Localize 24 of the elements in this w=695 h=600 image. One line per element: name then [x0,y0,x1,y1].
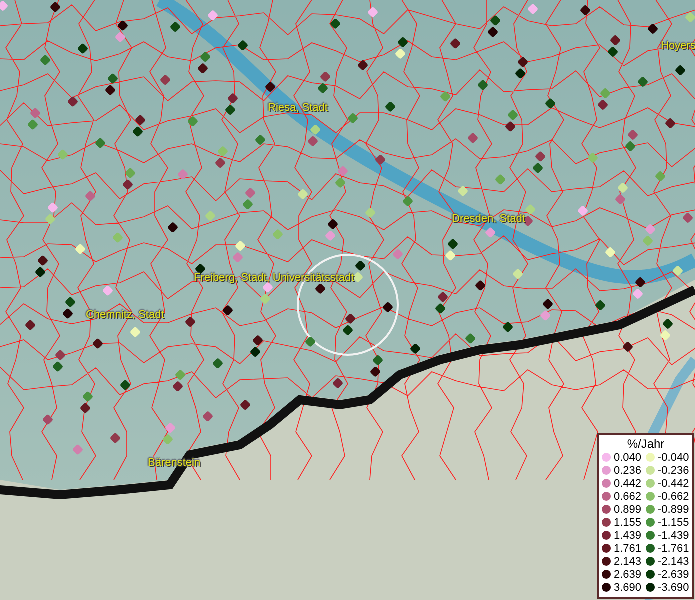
legend-title: %/Jahr [626,437,666,451]
legend-value: -0.662 [658,490,690,502]
legend-value: -3.690 [658,582,690,594]
legend-value: -2.143 [658,556,690,568]
place-label: Riesa, Stadt [268,102,328,115]
legend-value: -1.155 [658,516,690,528]
legend-value: 0.662 [614,490,642,502]
legend-value: 0.899 [614,504,642,516]
legend-value: 0.040 [614,452,642,464]
legend-value: 1.439 [614,530,642,542]
legend-value: 2.143 [614,556,642,568]
legend-value: 0.442 [614,478,642,490]
legend-value: 1.155 [614,516,642,528]
legend-value: 2.639 [614,568,642,580]
legend-value: 1.761 [614,542,642,554]
legend-value: -1.761 [658,542,690,554]
legend-value: -0.236 [658,464,690,476]
legend-value: -0.442 [658,478,690,490]
legend-value: -1.439 [658,530,690,542]
legend-value: -0.040 [658,452,690,464]
legend-value: 3.690 [614,582,642,594]
legend-value: -2.639 [658,568,690,580]
legend-value: -0.899 [658,504,690,516]
legend-value: 0.236 [614,464,642,476]
